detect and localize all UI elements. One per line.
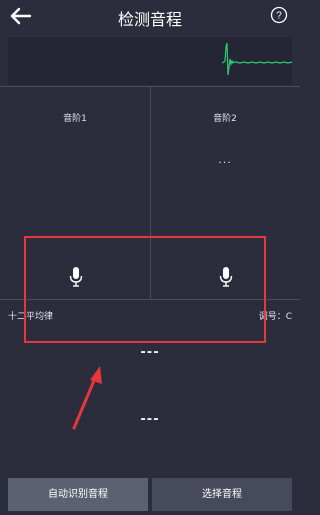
result-line-2: --- [140, 412, 160, 427]
scale-2-label: 音阶2 [213, 114, 237, 124]
waveform-graph [221, 42, 292, 76]
auto-detect-button[interactable]: 自动识别音程 [8, 478, 148, 511]
header-bar: 检测音程 ? [0, 0, 300, 32]
result-line-1: --- [140, 345, 160, 360]
scale-2-value: ... [218, 153, 232, 166]
help-glyph: ? [276, 11, 282, 22]
question-mark-icon[interactable]: ? [270, 6, 288, 24]
select-interval-button[interactable]: 选择音程 [152, 478, 292, 511]
scale-1-label: 音阶1 [63, 114, 87, 124]
page-title: 检测音程 [117, 10, 182, 29]
waveform-display [8, 37, 292, 85]
annotation-arrow-icon [72, 366, 102, 430]
annotation-highlight-box [24, 236, 266, 343]
